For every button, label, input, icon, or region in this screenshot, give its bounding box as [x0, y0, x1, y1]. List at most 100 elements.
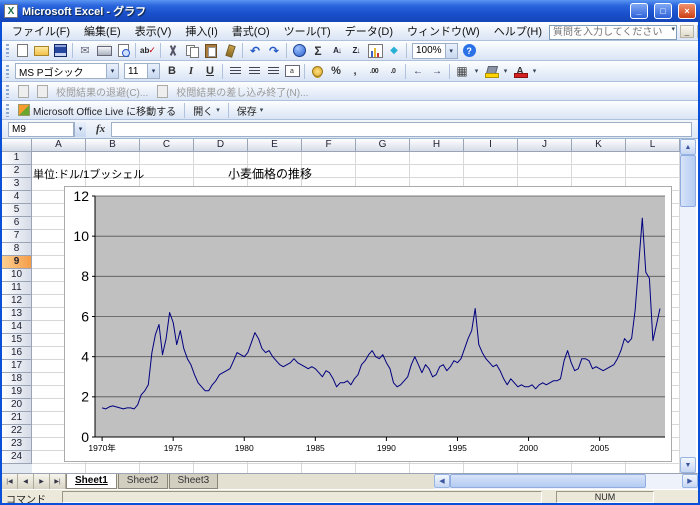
- menu-item-help[interactable]: ヘルプ(H): [487, 22, 549, 41]
- sheet-nav-next-button[interactable]: ▶: [34, 474, 50, 489]
- menu-item-format[interactable]: 書式(O): [225, 22, 277, 41]
- print-preview-icon[interactable]: [114, 42, 132, 59]
- scroll-up-icon[interactable]: ▲: [680, 139, 696, 155]
- column-header-A[interactable]: A: [32, 139, 86, 152]
- row-header-9[interactable]: 9: [2, 256, 32, 269]
- row-header-4[interactable]: 4: [2, 191, 32, 204]
- toolbar-grip[interactable]: [6, 44, 9, 57]
- sheet-tab-sheet3[interactable]: Sheet3: [169, 474, 219, 489]
- decrease-indent-button[interactable]: ←: [409, 63, 427, 80]
- toolbar-grip[interactable]: [6, 85, 9, 98]
- column-header-K[interactable]: K: [572, 139, 626, 152]
- sort-descending-icon[interactable]: Z↓: [347, 42, 365, 59]
- scroll-down-icon[interactable]: ▼: [680, 457, 696, 473]
- align-left-button[interactable]: [226, 63, 244, 80]
- comma-style-button[interactable]: ,: [346, 63, 364, 80]
- align-center-button[interactable]: [245, 63, 263, 80]
- print-icon[interactable]: [95, 42, 113, 59]
- vertical-scrollbar[interactable]: ▲ ▼: [680, 139, 696, 473]
- open-dropdown-button[interactable]: 開く ▾: [189, 103, 224, 118]
- row-header-7[interactable]: 7: [2, 230, 32, 243]
- column-header-L[interactable]: L: [626, 139, 680, 152]
- copy-icon[interactable]: [183, 42, 201, 59]
- column-header-I[interactable]: I: [464, 139, 518, 152]
- italic-button[interactable]: I: [182, 63, 200, 80]
- increase-indent-button[interactable]: →: [428, 63, 446, 80]
- column-header-D[interactable]: D: [194, 139, 248, 152]
- autosum-icon[interactable]: Σ: [309, 42, 327, 59]
- row-header-8[interactable]: 8: [2, 243, 32, 256]
- fill-color-button-dropdown-icon[interactable]: ▾: [501, 63, 510, 80]
- font-size-dropdown-icon[interactable]: ▾: [147, 64, 159, 78]
- column-header-J[interactable]: J: [518, 139, 572, 152]
- column-header-E[interactable]: E: [248, 139, 302, 152]
- column-header-F[interactable]: F: [302, 139, 356, 152]
- row-header-11[interactable]: 11: [2, 282, 32, 295]
- cut-icon[interactable]: [164, 42, 182, 59]
- decrease-decimal-button[interactable]: .0: [384, 63, 402, 80]
- menu-item-file[interactable]: ファイル(F): [5, 22, 77, 41]
- sheet-nav-prev-button[interactable]: ◀: [18, 474, 34, 489]
- menu-item-edit[interactable]: 編集(E): [77, 22, 128, 41]
- name-box-dropdown-icon[interactable]: ▾: [74, 122, 86, 137]
- font-size-select[interactable]: 11 ▾: [124, 63, 160, 79]
- menu-item-window[interactable]: ウィンドウ(W): [400, 22, 487, 41]
- row-header-23[interactable]: 23: [2, 438, 32, 451]
- chart-wizard-icon[interactable]: [366, 42, 384, 59]
- row-header-3[interactable]: 3: [2, 178, 32, 191]
- row-header-1[interactable]: 1: [2, 152, 32, 165]
- zoom-select[interactable]: 100% ▾: [412, 43, 458, 59]
- merge-center-button[interactable]: [283, 63, 301, 80]
- row-header-24[interactable]: 24: [2, 451, 32, 464]
- workbook-minimize-button[interactable]: _: [680, 25, 694, 38]
- font-name-select[interactable]: MS Pゴシック ▾: [15, 63, 119, 79]
- column-header-G[interactable]: G: [356, 139, 410, 152]
- menu-item-tools[interactable]: ツール(T): [277, 22, 338, 41]
- save-icon[interactable]: [51, 42, 69, 59]
- scroll-left-icon[interactable]: ◀: [434, 474, 450, 488]
- sheet-tab-sheet2[interactable]: Sheet2: [118, 474, 168, 489]
- formula-input[interactable]: [111, 122, 692, 137]
- menu-item-view[interactable]: 表示(V): [128, 22, 179, 41]
- percent-style-button[interactable]: %: [327, 63, 345, 80]
- open-folder-icon[interactable]: [32, 42, 50, 59]
- borders-button[interactable]: ▦: [453, 63, 471, 80]
- row-header-14[interactable]: 14: [2, 321, 32, 334]
- row-header-15[interactable]: 15: [2, 334, 32, 347]
- row-header-22[interactable]: 22: [2, 425, 32, 438]
- column-header-H[interactable]: H: [410, 139, 464, 152]
- new-document-icon[interactable]: [13, 42, 31, 59]
- bold-button[interactable]: B: [163, 63, 181, 80]
- menu-item-insert[interactable]: 挿入(I): [178, 22, 224, 41]
- question-input[interactable]: [549, 25, 677, 40]
- increase-decimal-button[interactable]: .00: [365, 63, 383, 80]
- column-header-C[interactable]: C: [140, 139, 194, 152]
- horizontal-scroll-thumb[interactable]: [450, 474, 646, 488]
- sort-ascending-icon[interactable]: A↓: [328, 42, 346, 59]
- help-icon[interactable]: ?: [463, 44, 476, 57]
- sheet-tab-sheet1[interactable]: Sheet1: [66, 474, 117, 489]
- question-dropdown-icon[interactable]: ▾: [671, 25, 675, 33]
- toolbar-grip[interactable]: [6, 65, 9, 78]
- drawing-icon[interactable]: ◆: [385, 42, 403, 59]
- row-header-16[interactable]: 16: [2, 347, 32, 360]
- workbook-restore-button[interactable]: □: [697, 25, 698, 38]
- row-header-17[interactable]: 17: [2, 360, 32, 373]
- align-right-button[interactable]: [264, 63, 282, 80]
- window-titlebar[interactable]: X Microsoft Excel - グラフ _ □ ×: [0, 0, 700, 22]
- fill-color-button[interactable]: [482, 63, 500, 80]
- paste-icon[interactable]: [202, 42, 220, 59]
- row-header-10[interactable]: 10: [2, 269, 32, 282]
- horizontal-scrollbar[interactable]: ◀ ▶: [434, 474, 698, 489]
- row-header-20[interactable]: 20: [2, 399, 32, 412]
- row-header-13[interactable]: 13: [2, 308, 32, 321]
- select-all-corner[interactable]: [2, 139, 32, 152]
- column-header-B[interactable]: B: [86, 139, 140, 152]
- row-header-12[interactable]: 12: [2, 295, 32, 308]
- undo-icon[interactable]: ↶: [246, 42, 264, 59]
- wheat-price-chart[interactable]: 0246810121970年19751980198519901995200020…: [64, 186, 672, 462]
- sheet-nav-last-button[interactable]: ▶|: [50, 474, 66, 489]
- menu-item-data[interactable]: データ(D): [338, 22, 400, 41]
- row-header-18[interactable]: 18: [2, 373, 32, 386]
- scroll-right-icon[interactable]: ▶: [682, 474, 698, 488]
